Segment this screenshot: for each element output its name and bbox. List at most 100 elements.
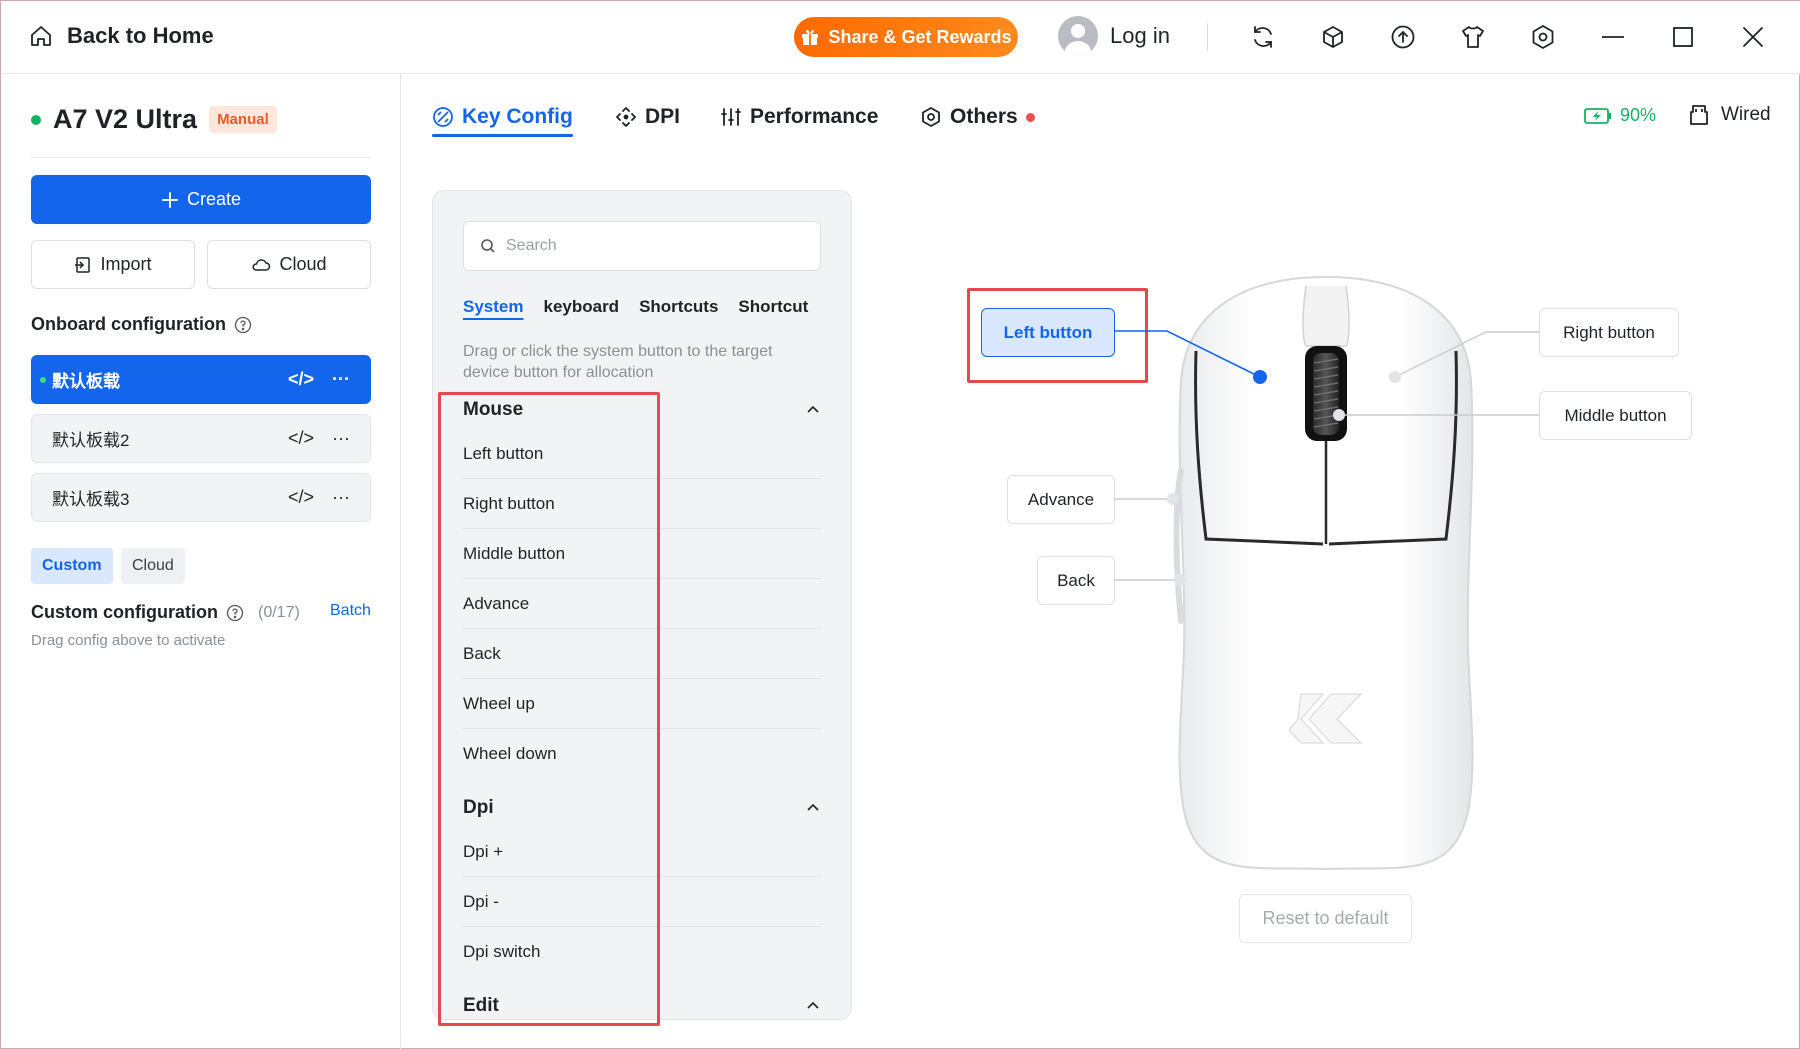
- profile-name: 默认板载: [52, 372, 120, 391]
- function-item[interactable]: Wheel down: [463, 729, 821, 779]
- cloud-filter-chip[interactable]: Cloud: [121, 548, 185, 584]
- key-config-icon: [432, 106, 454, 128]
- gift-icon: [800, 27, 820, 47]
- function-item[interactable]: Dpi switch: [463, 927, 821, 977]
- function-item[interactable]: Right button: [463, 479, 821, 529]
- right-button-outline: [1328, 350, 1458, 546]
- share-rewards-button[interactable]: Share & Get Rewards: [794, 17, 1018, 57]
- more-icon[interactable]: ···: [332, 428, 350, 449]
- import-button[interactable]: Import: [31, 240, 195, 289]
- tab-others[interactable]: Others: [920, 105, 1035, 129]
- tab-key-config[interactable]: Key Config: [432, 105, 573, 129]
- group-header[interactable]: Edit: [463, 987, 821, 1019]
- settings-hexagon-icon[interactable]: [1527, 21, 1559, 53]
- function-groups: Mouse Left button Right button Middle bu…: [463, 391, 821, 1019]
- function-item[interactable]: Middle button: [463, 529, 821, 579]
- tab-label: Others: [950, 105, 1018, 128]
- code-icon[interactable]: </>: [288, 428, 314, 449]
- wired-icon: [1687, 103, 1711, 127]
- function-item[interactable]: Dpi -: [463, 877, 821, 927]
- chevron-up-icon[interactable]: [805, 998, 821, 1014]
- upload-circle-icon[interactable]: [1387, 21, 1419, 53]
- key-function-panel: System keyboard Shortcuts Shortcut Drag …: [432, 190, 852, 1020]
- right-button-callout[interactable]: Right button: [1539, 308, 1679, 357]
- left-button-callout[interactable]: Left button: [981, 308, 1115, 357]
- mode-badge: Manual: [209, 106, 277, 133]
- function-item[interactable]: Back: [463, 629, 821, 679]
- group-header[interactable]: Mouse: [463, 391, 821, 429]
- code-icon[interactable]: </>: [288, 369, 314, 390]
- function-item[interactable]: Dpi +: [463, 827, 821, 877]
- close-icon[interactable]: [1737, 21, 1769, 53]
- battery-status: 90%: [1584, 105, 1656, 126]
- battery-level: 90%: [1620, 105, 1657, 125]
- group-header[interactable]: Dpi: [463, 789, 821, 827]
- subtab-shortcut[interactable]: Shortcut: [738, 297, 808, 317]
- maximize-icon[interactable]: [1667, 21, 1699, 53]
- back-button-callout[interactable]: Back: [1037, 556, 1115, 605]
- cube-icon[interactable]: [1317, 21, 1349, 53]
- tab-performance[interactable]: Performance: [720, 105, 878, 129]
- login-label: Log in: [1110, 23, 1170, 48]
- tshirt-icon[interactable]: [1457, 21, 1489, 53]
- more-icon[interactable]: ···: [332, 369, 350, 390]
- dpi-icon: [615, 106, 637, 128]
- device-header: A7 V2 Ultra Manual: [31, 104, 277, 135]
- titlebar-divider: [1207, 23, 1208, 51]
- tab-dpi[interactable]: DPI: [615, 105, 680, 129]
- help-icon[interactable]: [234, 316, 252, 334]
- avatar: [1058, 16, 1098, 56]
- login-button[interactable]: Log in: [1058, 16, 1170, 56]
- hexagon-gear-icon: [920, 106, 942, 128]
- group-mouse: Mouse Left button Right button Middle bu…: [463, 391, 821, 779]
- search-box[interactable]: [463, 221, 821, 271]
- side-buttons: [1173, 468, 1184, 624]
- function-item[interactable]: Wheel up: [463, 679, 821, 729]
- group-title: Dpi: [463, 797, 494, 818]
- help-icon[interactable]: [226, 604, 244, 622]
- middle-button-callout[interactable]: Middle button: [1539, 391, 1692, 440]
- notification-dot: [1025, 112, 1035, 122]
- code-icon[interactable]: </>: [288, 487, 314, 508]
- connection-type: Wired: [1687, 103, 1771, 127]
- active-tab-indicator: [432, 134, 573, 137]
- search-input[interactable]: [506, 237, 806, 255]
- group-edit: Edit: [463, 987, 821, 1019]
- custom-config-count: (0/17): [258, 603, 300, 621]
- cloud-label: Cloud: [279, 254, 327, 274]
- back-to-home-button[interactable]: Back to Home: [29, 23, 214, 49]
- profile-item[interactable]: 默认板载 </> ···: [31, 355, 371, 404]
- create-label: Create: [186, 189, 242, 209]
- tab-label: Key Config: [462, 105, 573, 128]
- search-icon: [480, 238, 496, 254]
- brand-logo: [1288, 693, 1363, 744]
- subtab-keyboard[interactable]: keyboard: [543, 297, 619, 317]
- profile-name: 默认板载2: [52, 431, 130, 450]
- chevron-up-icon[interactable]: [805, 402, 821, 418]
- custom-filter-chip[interactable]: Custom: [31, 548, 113, 584]
- subtab-system[interactable]: System: [463, 297, 523, 317]
- connection-label: Wired: [1721, 104, 1771, 125]
- reset-to-default-button[interactable]: Reset to default: [1239, 894, 1412, 943]
- drag-hint: Drag config above to activate: [31, 632, 226, 649]
- custom-config-label: Custom configuration: [31, 602, 218, 622]
- batch-link[interactable]: Batch: [330, 602, 371, 620]
- onboard-config-label: Onboard configuration: [31, 314, 226, 334]
- active-profile-dot: [40, 377, 46, 383]
- more-icon[interactable]: ···: [332, 487, 350, 508]
- mouse-body: [1178, 275, 1474, 871]
- create-button[interactable]: Create: [31, 175, 371, 224]
- chevron-up-icon[interactable]: [805, 800, 821, 816]
- import-label: Import: [100, 254, 152, 274]
- profile-item[interactable]: 默认板载3 </> ···: [31, 473, 371, 522]
- cloud-button[interactable]: Cloud: [207, 240, 371, 289]
- onboard-config-title: Onboard configuration: [31, 314, 252, 335]
- function-item[interactable]: Advance: [463, 579, 821, 629]
- minimize-icon[interactable]: [1597, 21, 1629, 53]
- sync-icon[interactable]: [1247, 21, 1279, 53]
- subtab-shortcuts[interactable]: Shortcuts: [639, 297, 718, 317]
- function-item[interactable]: Left button: [463, 429, 821, 479]
- advance-button-callout[interactable]: Advance: [1007, 475, 1115, 524]
- allocation-hint: Drag or click the system button to the t…: [463, 343, 773, 381]
- profile-item[interactable]: 默认板载2 </> ···: [31, 414, 371, 463]
